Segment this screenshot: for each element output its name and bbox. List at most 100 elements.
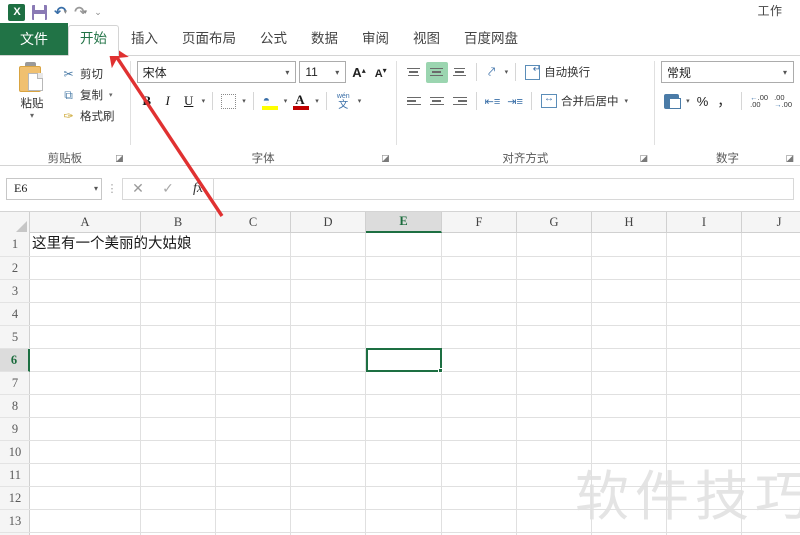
font-size-combo[interactable]: 11 ▾	[299, 61, 347, 83]
merge-caret-icon[interactable]: ▾	[622, 97, 630, 105]
font-size-caret-icon[interactable]: ▾	[331, 68, 343, 77]
ribbon-tabstrip[interactable]: 文件 开始 插入 页面布局 公式 数据 审阅 视图 百度网盘	[0, 23, 800, 56]
comma-style-button[interactable]: ，	[713, 91, 735, 111]
phonetic-caret-icon[interactable]: ▾	[356, 97, 364, 105]
column-header-f[interactable]: F	[442, 212, 517, 233]
name-box-caret-icon[interactable]: ▾	[94, 184, 98, 193]
tab-insert[interactable]: 插入	[119, 25, 170, 55]
accounting-format-button[interactable]	[661, 91, 682, 112]
formula-input[interactable]	[213, 177, 794, 200]
format-painter-button[interactable]: ✑ 格式刷	[58, 105, 118, 126]
tab-data[interactable]: 数据	[299, 25, 350, 55]
decrease-font-size-button[interactable]: A▾	[372, 65, 390, 80]
tab-file[interactable]: 文件	[0, 23, 68, 55]
row-header-12[interactable]: 12	[0, 487, 30, 510]
row-header-2[interactable]: 2	[0, 257, 30, 280]
phonetic-guide-button[interactable]: wén 文	[332, 91, 355, 112]
column-header-g[interactable]: G	[517, 212, 592, 233]
percent-style-button[interactable]: %	[694, 94, 712, 109]
increase-font-size-button[interactable]: A▴	[349, 65, 368, 80]
selected-cell-e6[interactable]	[366, 348, 443, 373]
cell-a1[interactable]: 这里有一个美丽的大姑娘	[32, 234, 192, 254]
column-header-a[interactable]: A	[30, 212, 141, 233]
increase-decimal-button[interactable]: ←.00 .00	[748, 93, 770, 109]
number-dialog-launcher-icon[interactable]: ◪	[786, 153, 795, 164]
align-center-button[interactable]	[426, 91, 448, 112]
font-color-button[interactable]: A	[290, 91, 312, 112]
column-header-i[interactable]: I	[667, 212, 742, 233]
font-name-caret-icon[interactable]: ▾	[281, 68, 293, 77]
row-header-11[interactable]: 11	[0, 464, 30, 487]
row-header-4[interactable]: 4	[0, 303, 30, 326]
font-dialog-launcher-icon[interactable]: ◪	[381, 153, 390, 164]
alignment-group-title: 对齐方式 ◪	[502, 152, 649, 165]
align-top-button[interactable]	[403, 62, 425, 83]
number-format-caret-icon[interactable]: ▾	[779, 68, 791, 77]
fill-color-caret-icon[interactable]: ▾	[282, 97, 290, 105]
column-header-b[interactable]: B	[141, 212, 216, 233]
cut-button[interactable]: ✂ 剪切	[58, 63, 118, 84]
underline-caret-icon[interactable]: ▾	[200, 97, 208, 105]
insert-function-button[interactable]: fx	[183, 181, 213, 197]
row-header-1[interactable]: 1	[0, 233, 30, 257]
align-left-button[interactable]	[403, 91, 425, 112]
number-group-title: 数字 ◪	[716, 152, 795, 165]
tab-page-layout[interactable]: 页面布局	[170, 25, 248, 55]
tab-review[interactable]: 审阅	[350, 25, 401, 55]
orientation-caret-icon[interactable]: ▾	[503, 68, 511, 76]
ribbon: 粘贴 ▾ ✂ 剪切 ⧉ 复制 ▾ ✑ 格式刷 剪贴板 ◪ 宋体 ▾ 11 ▾ A…	[0, 56, 800, 166]
copy-label: 复制	[80, 89, 103, 102]
fill-color-button[interactable]: ◓	[259, 91, 281, 112]
italic-button[interactable]: I	[158, 91, 178, 112]
paste-button[interactable]: 粘贴 ▾	[6, 60, 58, 149]
row-header-7[interactable]: 7	[0, 372, 30, 395]
align-middle-button[interactable]	[425, 61, 448, 83]
decrease-indent-button[interactable]: ⇤≡	[482, 91, 504, 112]
name-box[interactable]: E6 ▾	[6, 177, 102, 200]
font-name-combo[interactable]: 宋体 ▾	[136, 61, 297, 83]
select-all-corner[interactable]	[0, 212, 30, 233]
orientation-button[interactable]: ⤤	[482, 62, 502, 83]
clipboard-dialog-launcher-icon[interactable]: ◪	[115, 153, 124, 164]
column-header-c[interactable]: C	[216, 212, 291, 233]
cancel-entry-button[interactable]: ✕	[123, 180, 153, 197]
formula-bar-handle[interactable]: ⋮	[102, 182, 122, 195]
merge-center-button[interactable]: 合并后居中 ▾	[537, 93, 630, 109]
fill-handle[interactable]	[438, 368, 443, 373]
alignment-dialog-launcher-icon[interactable]: ◪	[640, 153, 649, 164]
row-header-8[interactable]: 8	[0, 395, 30, 418]
increase-indent-button[interactable]: ⇥≡	[504, 91, 526, 112]
row-header-6[interactable]: 6	[0, 349, 30, 372]
column-header-d[interactable]: D	[291, 212, 366, 233]
decrease-decimal-button[interactable]: .00 →.00	[772, 93, 794, 109]
tab-formulas[interactable]: 公式	[248, 25, 299, 55]
phonetic-guide-icon: wén 文	[336, 93, 350, 111]
confirm-entry-button[interactable]: ✓	[153, 180, 183, 197]
accounting-caret-icon[interactable]: ▾	[684, 97, 692, 105]
copy-dropdown-caret-icon[interactable]: ▾	[109, 91, 113, 99]
row-header-3[interactable]: 3	[0, 280, 30, 303]
underline-button[interactable]: U	[179, 91, 199, 112]
font-color-caret-icon[interactable]: ▾	[313, 97, 321, 105]
tab-home[interactable]: 开始	[68, 25, 119, 56]
bold-button[interactable]: B	[137, 91, 157, 112]
row-header-5[interactable]: 5	[0, 326, 30, 349]
borders-button[interactable]	[218, 91, 239, 112]
align-right-button[interactable]	[449, 91, 471, 112]
row-header-10[interactable]: 10	[0, 441, 30, 464]
tab-view[interactable]: 视图	[401, 25, 452, 55]
wrap-text-button[interactable]: 自动换行	[521, 64, 590, 80]
row-header-13[interactable]: 13	[0, 510, 30, 533]
column-header-j[interactable]: J	[742, 212, 800, 233]
align-bottom-button[interactable]	[449, 62, 471, 83]
borders-caret-icon[interactable]: ▾	[240, 97, 248, 105]
column-header-e[interactable]: E	[366, 212, 442, 233]
number-format-combo[interactable]: 常规 ▾	[661, 61, 795, 83]
tab-baidu-netdisk[interactable]: 百度网盘	[452, 25, 530, 55]
column-header-h[interactable]: H	[592, 212, 667, 233]
cell-area[interactable]: 这里有一个美丽的大姑娘	[30, 233, 800, 535]
row-header-9[interactable]: 9	[0, 418, 30, 441]
row-header-column: 1 2 3 4 5 6 7 8 9 10 11 12 13	[0, 233, 30, 535]
paste-dropdown-caret-icon[interactable]: ▾	[30, 112, 34, 120]
copy-button[interactable]: ⧉ 复制 ▾	[58, 84, 118, 105]
